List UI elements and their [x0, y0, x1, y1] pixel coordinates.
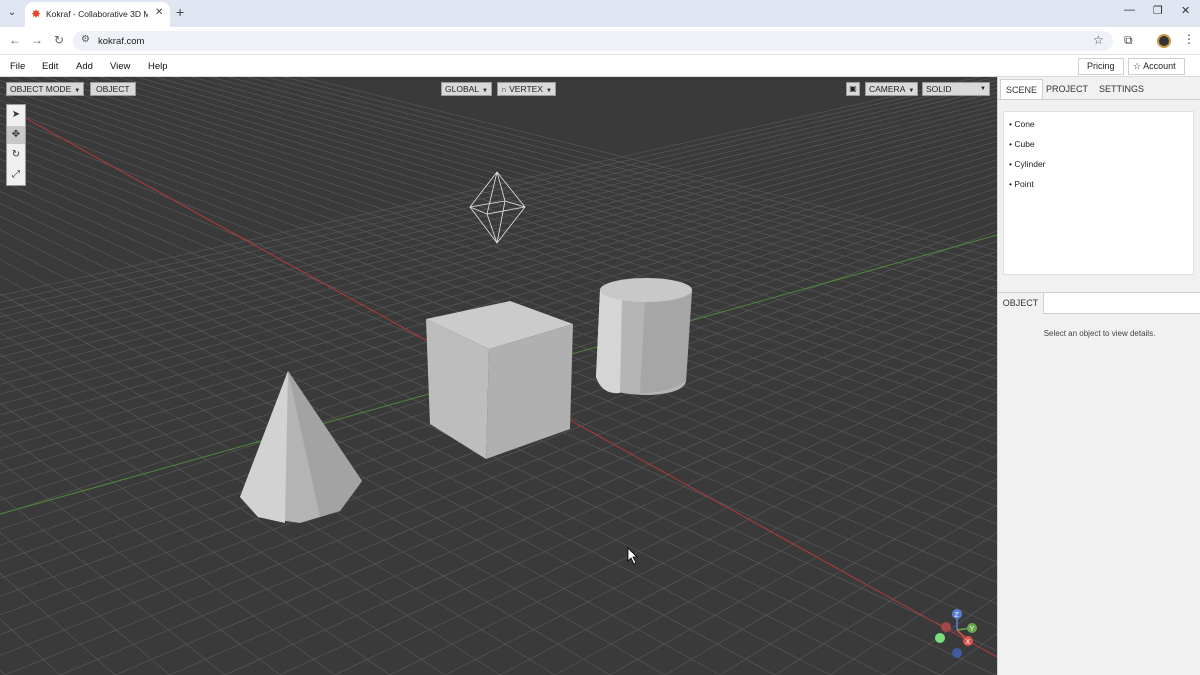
- chevron-down-icon[interactable]: ⌄: [4, 5, 20, 21]
- chevron-down-icon: ▼: [908, 88, 915, 94]
- mode-select[interactable]: OBJECT MODE ▼: [6, 82, 85, 96]
- object-section-header: OBJECT: [998, 292, 1200, 314]
- url-text: kokraf.com: [98, 36, 145, 47]
- scene-item-cone[interactable]: • Cone: [1009, 119, 1035, 129]
- profile-avatar[interactable]: [1157, 34, 1171, 48]
- chevron-down-icon: ▼: [980, 86, 986, 92]
- tab-title: Kokraf - Collaborative 3D Mode: [46, 9, 148, 19]
- rotate-icon: ↻: [11, 149, 21, 160]
- scene-item-cylinder[interactable]: • Cylinder: [1009, 159, 1046, 169]
- back-icon[interactable]: ←: [9, 33, 21, 47]
- scene-item-cube[interactable]: • Cube: [1009, 139, 1035, 149]
- account-button[interactable]: ☆ Account: [1128, 58, 1185, 75]
- browser-tab-bar: ⌄ ✸ Kokraf - Collaborative 3D Mode ✕ + —…: [0, 0, 1200, 27]
- plus-icon[interactable]: +: [176, 4, 184, 20]
- space-select-value: GLOBAL: [445, 84, 480, 94]
- gizmo-z-label: Z: [955, 612, 960, 619]
- reload-icon[interactable]: ↻: [54, 33, 64, 47]
- grid-line: [664, 478, 997, 675]
- kokraf-logo-icon: ✸: [31, 7, 42, 21]
- grid-line: [0, 403, 391, 675]
- scale-icon: ⤢: [12, 169, 20, 180]
- pricing-button[interactable]: Pricing: [1078, 58, 1124, 75]
- tab-project[interactable]: PROJECT: [1041, 79, 1093, 99]
- scene-outliner: • Cone • Cube • Cylinder • Point: [1003, 111, 1194, 275]
- object-details-placeholder: Select an object to view details.: [1043, 329, 1156, 338]
- close-window-icon[interactable]: ✕: [1181, 4, 1190, 17]
- object-button[interactable]: OBJECT: [90, 82, 136, 96]
- move-arrows-icon: ✥: [11, 129, 21, 140]
- scale-tool[interactable]: ⤢: [7, 166, 25, 184]
- menu-view[interactable]: View: [110, 61, 130, 72]
- menu-file[interactable]: File: [10, 61, 25, 72]
- scene-item-point[interactable]: • Point: [1009, 179, 1034, 189]
- gizmo-x-label: X: [966, 639, 971, 646]
- grid-line: [0, 430, 336, 675]
- browser-address-bar: ← → ↻ ⚙ kokraf.com ☆: [0, 27, 1200, 55]
- extensions-icon[interactable]: ⧉: [1124, 33, 1133, 48]
- right-panel: SCENE PROJECT SETTINGS • Cone • Cube • C…: [997, 77, 1200, 675]
- shading-select-value: SOLID: [926, 84, 952, 94]
- star-icon: ☆: [1133, 61, 1142, 71]
- grid-line: [884, 596, 997, 675]
- cylinder-object[interactable]: [596, 278, 692, 395]
- grid-line: [719, 504, 997, 675]
- tab-divider: [998, 99, 1200, 100]
- chevron-down-icon: ▼: [74, 88, 81, 94]
- snap-select-value: VERTEX: [509, 84, 543, 94]
- tab-settings[interactable]: SETTINGS: [1094, 79, 1149, 99]
- close-icon[interactable]: ✕: [155, 7, 163, 18]
- menu-help[interactable]: Help: [148, 61, 168, 72]
- magnet-icon: ∩: [501, 85, 507, 94]
- fullscreen-icon[interactable]: ▣: [846, 82, 860, 96]
- forward-icon[interactable]: →: [31, 33, 43, 47]
- viewport-canvas[interactable]: Z Y X: [0, 77, 997, 675]
- restore-icon[interactable]: ❐: [1153, 4, 1163, 17]
- cursor-arrow-icon: ➤: [11, 109, 21, 120]
- chevron-down-icon: ▼: [482, 88, 488, 94]
- gizmo-y-label: Y: [970, 626, 975, 633]
- kebab-menu-icon[interactable]: ⋮: [1183, 32, 1195, 46]
- shading-select[interactable]: SOLID ▼: [922, 82, 990, 96]
- browser-tab[interactable]: ✸ Kokraf - Collaborative 3D Mode ✕: [25, 2, 170, 27]
- menu-add[interactable]: Add: [76, 61, 93, 72]
- snap-select[interactable]: ∩ VERTEX ▼: [497, 82, 556, 96]
- minimize-icon[interactable]: —: [1124, 4, 1135, 16]
- tab-scene[interactable]: SCENE: [1000, 79, 1044, 99]
- move-tool[interactable]: ✥: [7, 126, 25, 144]
- url-input[interactable]: ⚙ kokraf.com ☆: [73, 31, 1113, 51]
- camera-select-value: CAMERA: [869, 84, 906, 94]
- tool-palette: ➤ ✥ ↻ ⤢: [6, 104, 26, 186]
- mode-select-value: OBJECT MODE: [10, 84, 72, 94]
- grid-line: [0, 669, 6, 675]
- camera-select[interactable]: CAMERA ▼: [865, 82, 919, 96]
- site-info-icon[interactable]: ⚙: [81, 34, 90, 45]
- chevron-down-icon: ▼: [545, 88, 552, 94]
- app-menu-bar: File Edit Add View Help Pricing ☆ Accoun…: [0, 56, 1200, 77]
- transform-space-select[interactable]: GLOBAL ▼: [441, 82, 492, 96]
- star-icon[interactable]: ☆: [1093, 33, 1104, 47]
- account-label: Account: [1143, 61, 1176, 71]
- cube-object[interactable]: [426, 301, 573, 459]
- 3d-viewport[interactable]: Z Y X OBJECT MODE ▼ OBJECT GLOBAL ▼ ∩ VERT…: [0, 77, 997, 675]
- select-tool[interactable]: ➤: [7, 106, 25, 124]
- grid-line: [0, 353, 501, 675]
- menu-edit[interactable]: Edit: [42, 61, 58, 72]
- rotate-tool[interactable]: ↻: [7, 146, 25, 164]
- tab-object[interactable]: OBJECT: [998, 293, 1044, 314]
- axis-gizmo[interactable]: Z Y X: [935, 609, 977, 658]
- grid-line: [0, 243, 831, 675]
- mouse-cursor-icon: [627, 547, 638, 565]
